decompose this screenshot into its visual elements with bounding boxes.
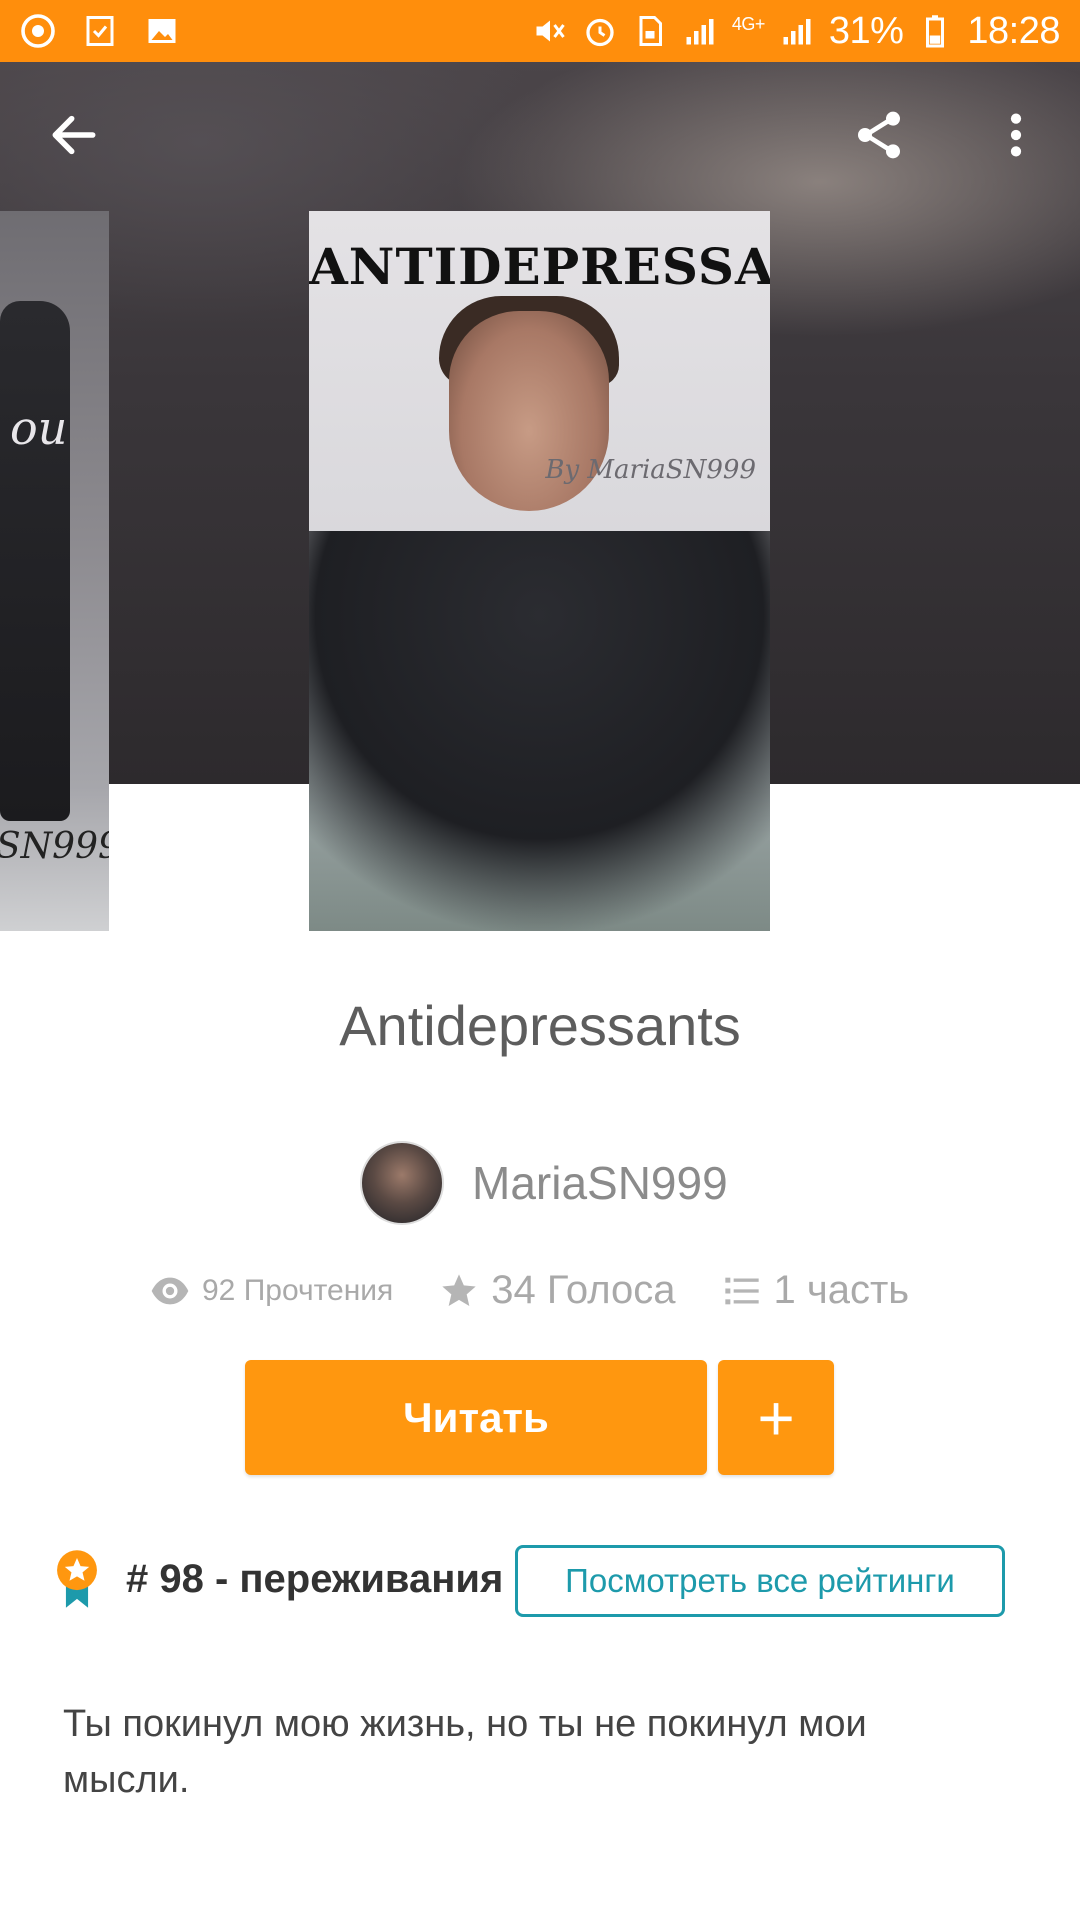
story-cover[interactable]: ANTIDEPRESSANTS By MariaSN999 xyxy=(309,211,770,931)
status-bar: 4G+ 31% 18:28 xyxy=(0,0,1080,62)
side-cover-author: SN999 xyxy=(0,826,109,867)
eye-icon xyxy=(151,1277,189,1304)
story-description: Ты покинул мою жизнь, но ты не покинул м… xyxy=(63,1703,867,1801)
gallery-icon xyxy=(144,13,180,49)
share-button[interactable] xyxy=(843,99,915,171)
network-type: 4G+ xyxy=(731,13,766,34)
author-name: MariaSN999 xyxy=(472,1157,728,1209)
status-left xyxy=(20,13,180,49)
rank-label: # 98 - переживания xyxy=(126,1556,504,1601)
mute-icon xyxy=(532,13,568,49)
clock: 18:28 xyxy=(967,9,1060,52)
previous-story-cover[interactable]: ou SN999 xyxy=(0,211,109,931)
chrome-icon xyxy=(20,13,56,49)
medal-icon xyxy=(57,1550,97,1608)
sim-icon xyxy=(632,13,668,49)
view-all-ratings-button[interactable]: Посмотреть все рейтинги xyxy=(515,1545,1005,1617)
share-icon xyxy=(858,111,900,159)
more-vert-icon xyxy=(1010,113,1022,157)
votes-count: 34 Голоса xyxy=(491,1268,676,1312)
reads-count: 92 Прочтения xyxy=(202,1273,394,1307)
signal-icon-2 xyxy=(779,13,815,49)
arrow-left-icon xyxy=(52,115,96,155)
reads-stat: 92 Прочтения xyxy=(150,1271,393,1311)
back-button[interactable] xyxy=(38,99,110,171)
votes-stat: 34 Голоса xyxy=(439,1268,676,1313)
list-icon xyxy=(724,1277,759,1304)
author-link[interactable]: MariaSN999 xyxy=(360,1141,728,1225)
cover-figure-body xyxy=(309,531,770,931)
star-icon xyxy=(442,1273,476,1306)
side-cover-text: ou xyxy=(10,401,68,455)
avatar xyxy=(360,1141,444,1225)
read-button[interactable]: Читать xyxy=(245,1360,707,1475)
status-right: 4G+ 31% 18:28 xyxy=(532,10,1060,53)
cover-byline: By MariaSN999 xyxy=(545,455,756,485)
battery-icon xyxy=(917,13,953,49)
task-icon xyxy=(82,13,118,49)
rank-row: # 98 - переживания xyxy=(50,1548,503,1610)
story-title: Antidepressants xyxy=(339,994,741,1057)
signal-icon xyxy=(682,13,718,49)
parts-count: 1 часть xyxy=(773,1268,910,1312)
parts-stat: 1 часть xyxy=(722,1268,910,1313)
cover-figure xyxy=(0,301,70,821)
more-options-button[interactable] xyxy=(980,99,1052,171)
add-to-library-button[interactable]: + xyxy=(718,1360,834,1475)
story-stats: 92 Прочтения 34 Голоса 1 часть xyxy=(150,1268,909,1313)
battery-percent: 31% xyxy=(828,9,904,52)
alarm-icon xyxy=(582,13,618,49)
cover-title: ANTIDEPRESSANTS xyxy=(309,237,770,296)
